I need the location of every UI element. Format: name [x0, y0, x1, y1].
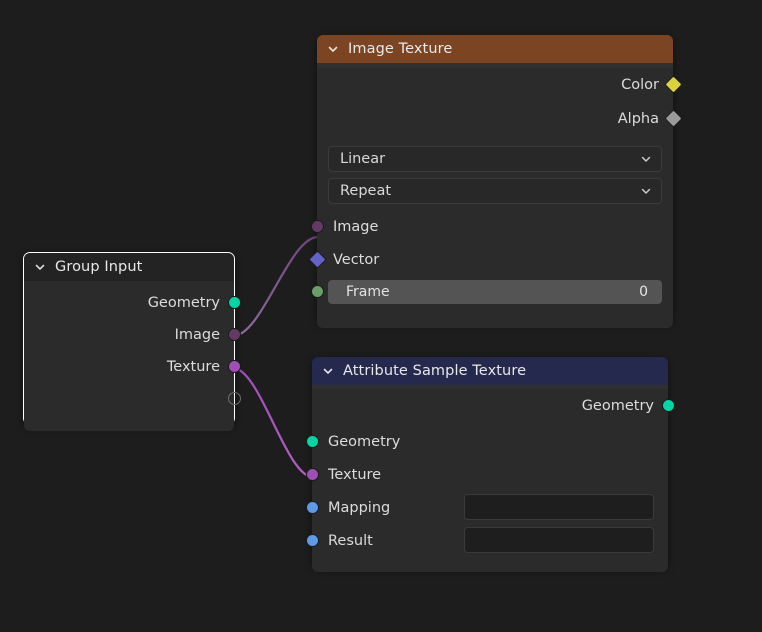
alpha-output-socket[interactable] [663, 109, 683, 128]
socket-row-mapping-input: Mapping [305, 491, 668, 524]
dropdown-value: Linear [340, 151, 386, 167]
socket-row-geometry-output: Geometry [312, 389, 675, 423]
node-body-group-input: Geometry Image Texture [24, 287, 241, 431]
socket-label: Image [333, 219, 379, 235]
frame-field-value: 0 [639, 284, 648, 300]
socket-row-vector-input: Vector [307, 244, 673, 276]
texture-output-socket[interactable] [228, 360, 241, 373]
socket-label: Geometry [581, 398, 654, 414]
node-header-attribute-sample-texture[interactable]: Attribute Sample Texture [312, 357, 668, 385]
geometry-input-socket[interactable] [305, 435, 319, 448]
result-input-socket[interactable] [305, 534, 319, 547]
socket-label: Vector [333, 252, 380, 268]
socket-label: Geometry [147, 295, 220, 311]
node-title: Image Texture [348, 41, 453, 57]
result-text-field[interactable] [464, 527, 654, 553]
color-output-socket[interactable] [663, 75, 683, 94]
socket-row-geometry: Geometry [24, 287, 241, 319]
socket-row-geometry-input: Geometry [305, 425, 668, 458]
socket-row-texture-input: Texture [305, 458, 668, 491]
socket-label: Texture [328, 466, 382, 483]
chevron-down-icon[interactable] [640, 185, 652, 197]
image-texture-widgets: Linear Repeat [317, 146, 673, 204]
texture-input-socket[interactable] [305, 468, 319, 481]
socket-row-new [24, 383, 241, 415]
node-header-group-input[interactable]: Group Input [24, 253, 234, 281]
dropdown-value: Repeat [340, 183, 392, 199]
socket-label: Texture [166, 359, 220, 375]
mapping-text-field[interactable] [464, 494, 654, 520]
socket-label: Alpha [617, 111, 659, 127]
socket-row-image-input: Image [310, 210, 673, 244]
link-image-to-image-texture [231, 235, 320, 338]
interpolation-dropdown[interactable]: Linear [328, 146, 662, 172]
extension-dropdown[interactable]: Repeat [328, 178, 662, 204]
image-input-socket[interactable] [310, 220, 324, 233]
chevron-down-icon[interactable] [322, 365, 334, 377]
vector-input-socket[interactable] [307, 250, 327, 269]
socket-row-frame: Frame 0 [310, 276, 673, 308]
node-title: Group Input [55, 259, 143, 275]
socket-label: Mapping [328, 499, 391, 516]
socket-row-color: Color [317, 68, 683, 102]
geometry-output-socket[interactable] [228, 296, 241, 309]
chevron-down-icon[interactable] [640, 153, 652, 165]
node-attribute-sample-texture[interactable]: Attribute Sample Texture Geometry Geomet… [305, 357, 675, 572]
frame-field[interactable]: Frame 0 [328, 280, 662, 304]
socket-row-texture: Texture [24, 351, 241, 383]
socket-row-alpha: Alpha [317, 102, 683, 136]
chevron-down-icon[interactable] [34, 261, 46, 273]
socket-row-result-input: Result [305, 524, 668, 557]
socket-label: Geometry [328, 433, 401, 450]
node-editor-canvas[interactable]: Group Input Geometry Image Texture Image… [0, 0, 762, 632]
node-header-image-texture[interactable]: Image Texture [317, 35, 673, 63]
node-body-attribute-sample-texture: Geometry Geometry Texture Mapping Result [305, 389, 675, 572]
new-socket-placeholder[interactable] [228, 392, 241, 405]
node-title: Attribute Sample Texture [343, 363, 527, 379]
mapping-input-socket[interactable] [305, 501, 319, 514]
geometry-output-socket[interactable] [661, 399, 675, 412]
frame-input-socket[interactable] [310, 285, 324, 298]
socket-label: Color [621, 77, 659, 93]
image-output-socket[interactable] [228, 328, 241, 341]
socket-label: Result [328, 532, 373, 549]
frame-field-label: Frame [346, 284, 390, 300]
node-body-image-texture: Color Alpha Linear Repeat Image Vector F… [307, 68, 683, 328]
node-image-texture[interactable]: Image Texture Color Alpha Linear Repeat … [307, 35, 683, 328]
node-group-input[interactable]: Group Input Geometry Image Texture [23, 252, 241, 431]
socket-label: Image [174, 327, 220, 343]
socket-row-image: Image [24, 319, 241, 351]
chevron-down-icon[interactable] [327, 43, 339, 55]
link-texture-to-attribute-texture [231, 366, 315, 479]
